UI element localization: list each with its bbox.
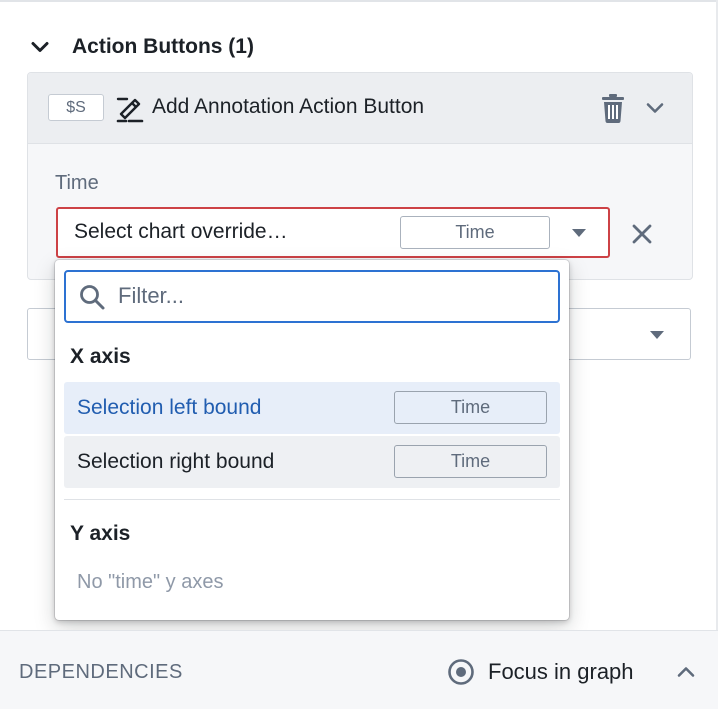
chevron-up-icon[interactable] xyxy=(672,658,700,686)
action-buttons-section-header[interactable]: Action Buttons (1) xyxy=(28,32,254,62)
menu-item-label: Selection right bound xyxy=(77,450,275,473)
type-tag: Time xyxy=(400,216,550,249)
chevron-down-icon[interactable] xyxy=(642,95,668,121)
target-icon[interactable] xyxy=(446,657,476,687)
dependencies-footer: DEPENDENCIES Focus in graph xyxy=(0,630,718,709)
close-icon[interactable] xyxy=(627,219,657,249)
type-tag: Time xyxy=(394,391,547,424)
dependencies-title: DEPENDENCIES xyxy=(19,661,183,683)
action-card-title: Add Annotation Action Button xyxy=(152,95,425,118)
empty-state-text: No "time" y axes xyxy=(77,571,224,593)
group-title-x-axis: X axis xyxy=(70,345,131,368)
caret-down-icon[interactable] xyxy=(570,225,588,241)
override-select-value: Select chart override… xyxy=(74,220,288,243)
action-button-card: $S Add Annotation Action Button Time Sel… xyxy=(27,72,693,280)
section-title: Action Buttons (1) xyxy=(72,35,254,58)
chart-override-dropdown: X axis Selection left bound Time Selecti… xyxy=(55,260,569,620)
trash-icon[interactable] xyxy=(599,92,627,124)
search-icon xyxy=(80,285,105,310)
menu-item-label: Selection left bound xyxy=(77,396,262,419)
menu-item-selection-left-bound[interactable]: Selection left bound Time xyxy=(64,382,560,434)
annotation-pen-icon xyxy=(116,97,144,123)
top-divider xyxy=(0,0,718,2)
filter-field[interactable] xyxy=(64,270,560,323)
variable-chip: $S xyxy=(48,94,104,121)
focus-in-graph-button[interactable]: Focus in graph xyxy=(488,659,634,685)
menu-divider xyxy=(64,499,560,500)
filter-input[interactable] xyxy=(118,281,538,311)
action-card-header[interactable]: $S Add Annotation Action Button xyxy=(28,73,692,144)
caret-down-icon[interactable] xyxy=(648,327,666,343)
group-title-y-axis: Y axis xyxy=(70,522,131,545)
chevron-down-icon[interactable] xyxy=(28,35,52,59)
menu-item-selection-right-bound[interactable]: Selection right bound Time xyxy=(64,436,560,488)
time-field-label: Time xyxy=(55,172,99,194)
chart-override-select[interactable]: Select chart override… Time xyxy=(56,207,610,258)
type-tag: Time xyxy=(394,445,547,478)
